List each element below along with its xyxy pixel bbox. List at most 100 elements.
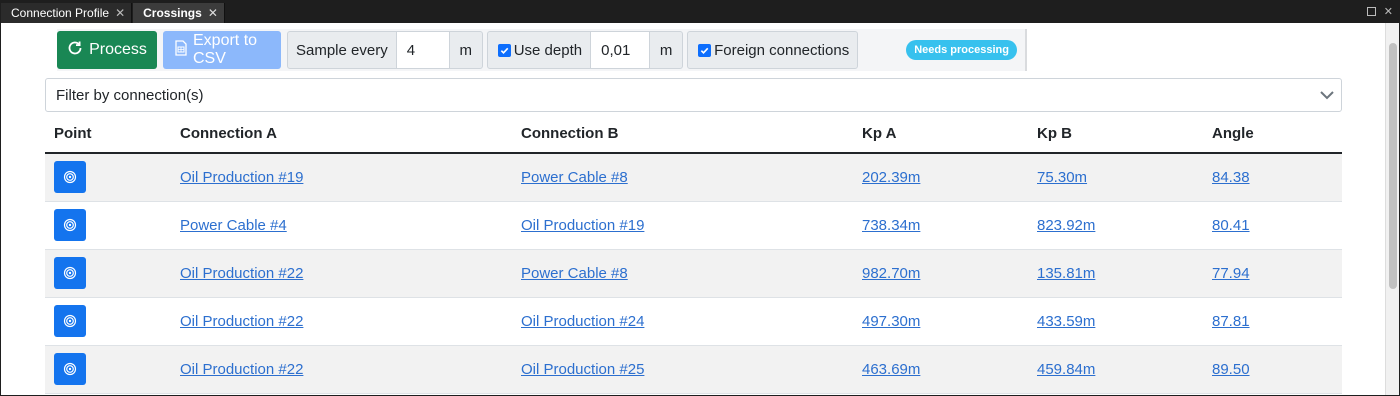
chevron-down-icon <box>1319 87 1335 107</box>
depth-unit: m <box>659 41 673 59</box>
connection-filter-select[interactable]: Filter by connection(s) <box>45 78 1342 112</box>
kp-b-link[interactable]: 823.92m <box>1037 217 1095 234</box>
locate-point-button[interactable] <box>54 353 86 385</box>
kp-b-cell: 459.84m <box>1028 345 1203 394</box>
foreign-connections-checkbox[interactable] <box>698 43 712 57</box>
connection-a-link[interactable]: Power Cable #4 <box>180 217 287 234</box>
angle-cell: 77.94 <box>1203 249 1342 298</box>
connection-a-link[interactable]: Oil Production #19 <box>180 169 303 186</box>
header-angle[interactable]: Angle <box>1203 114 1342 154</box>
kp-b-link[interactable]: 75.30m <box>1037 169 1087 186</box>
connection-b-cell: Power Cable #8 <box>512 153 853 202</box>
kp-a-link[interactable]: 202.39m <box>862 169 920 186</box>
point-cell <box>45 201 171 250</box>
kp-b-link[interactable]: 135.81m <box>1037 265 1095 282</box>
tab-close-icon[interactable]: ✕ <box>208 7 218 19</box>
foreign-connections-toggle[interactable]: Foreign connections <box>688 32 857 68</box>
export-label: Export to CSV <box>193 32 258 67</box>
status-badge: Needs processing <box>906 40 1017 60</box>
kp-a-cell: 463.69m <box>853 345 1028 394</box>
window-controls: ✕ <box>1366 6 1393 18</box>
connection-a-cell: Oil Production #22 <box>171 345 512 394</box>
target-icon <box>63 362 77 376</box>
angle-link[interactable]: 80.41 <box>1212 217 1250 234</box>
depth-group: Use depth m <box>486 31 684 69</box>
locate-point-button[interactable] <box>54 305 86 337</box>
kp-b-cell: 823.92m <box>1028 201 1203 250</box>
locate-point-button[interactable] <box>54 209 86 241</box>
kp-a-link[interactable]: 463.69m <box>862 361 920 378</box>
connection-a-cell: Oil Production #19 <box>171 153 512 202</box>
target-icon <box>63 218 77 232</box>
target-icon <box>63 314 77 328</box>
header-connection-a[interactable]: Connection A <box>171 114 512 154</box>
connection-b-cell: Oil Production #24 <box>512 297 853 346</box>
angle-link[interactable]: 84.38 <box>1212 169 1250 186</box>
tab-close-icon[interactable]: ✕ <box>115 7 125 19</box>
tab-crossings[interactable]: Crossings ✕ <box>133 3 225 23</box>
maximize-icon[interactable] <box>1366 7 1376 16</box>
process-button[interactable]: Process <box>57 31 157 69</box>
connection-b-link[interactable]: Oil Production #24 <box>521 313 644 330</box>
kp-a-cell: 738.34m <box>853 201 1028 250</box>
tab-bar: Connection Profile ✕ Crossings ✕ ✕ <box>1 1 1399 23</box>
connection-a-link[interactable]: Oil Production #22 <box>180 265 303 282</box>
table-header-row: Point Connection A Connection B Kp A Kp … <box>45 114 1342 154</box>
connection-b-link[interactable]: Power Cable #8 <box>521 169 628 186</box>
table-row: Oil Production #19 Power Cable #8 202.39… <box>45 153 1342 202</box>
use-depth-checkbox[interactable] <box>497 43 511 57</box>
header-connection-b[interactable]: Connection B <box>512 114 853 154</box>
point-cell <box>45 249 171 298</box>
connection-b-cell: Oil Production #25 <box>512 345 853 394</box>
angle-cell: 80.41 <box>1203 201 1342 250</box>
header-kp-a[interactable]: Kp A <box>853 114 1028 154</box>
export-csv-button[interactable]: Export to CSV <box>163 31 281 69</box>
locate-point-button[interactable] <box>54 257 86 289</box>
angle-link[interactable]: 77.94 <box>1212 265 1250 282</box>
connection-b-link[interactable]: Oil Production #19 <box>521 217 644 234</box>
connection-a-cell: Oil Production #22 <box>171 249 512 298</box>
connection-b-link[interactable]: Power Cable #8 <box>521 265 628 282</box>
kp-b-cell: 433.59m <box>1028 297 1203 346</box>
locate-point-button[interactable] <box>54 161 86 194</box>
header-kp-b[interactable]: Kp B <box>1028 114 1203 154</box>
crossings-table: Point Connection A Connection B Kp A Kp … <box>45 114 1342 394</box>
kp-a-link[interactable]: 738.34m <box>862 217 920 234</box>
table-row: Power Cable #4 Oil Production #19 738.34… <box>45 201 1342 250</box>
foreign-connections-label: Foreign connections <box>714 41 850 59</box>
filter-placeholder: Filter by connection(s) <box>56 86 204 104</box>
connection-a-cell: Power Cable #4 <box>171 201 512 250</box>
use-depth-label: Use depth <box>513 41 583 59</box>
depth-input[interactable] <box>590 32 651 68</box>
connection-b-link[interactable]: Oil Production #25 <box>521 361 644 378</box>
kp-a-link[interactable]: 497.30m <box>862 313 920 330</box>
table-row: Oil Production #22 Oil Production #24 49… <box>45 297 1342 346</box>
angle-link[interactable]: 87.81 <box>1212 313 1250 330</box>
angle-link[interactable]: 89.50 <box>1212 361 1250 378</box>
point-cell <box>45 345 171 394</box>
window-close-icon[interactable]: ✕ <box>1384 6 1393 18</box>
sample-input[interactable] <box>395 32 450 68</box>
connection-a-link[interactable]: Oil Production #22 <box>180 313 303 330</box>
toolbar: Process Export to CSV Sample every m Use… <box>57 29 1027 71</box>
crossings-panel: Process Export to CSV Sample every m Use… <box>1 23 1385 395</box>
vertical-scrollbar[interactable] <box>1385 23 1399 395</box>
point-cell <box>45 153 171 202</box>
point-cell <box>45 297 171 346</box>
scrollbar-thumb[interactable] <box>1389 43 1397 289</box>
table-row: Oil Production #22 Power Cable #8 982.70… <box>45 249 1342 298</box>
angle-cell: 89.50 <box>1203 345 1342 394</box>
kp-a-cell: 982.70m <box>853 249 1028 298</box>
kp-a-cell: 497.30m <box>853 297 1028 346</box>
connection-b-cell: Oil Production #19 <box>512 201 853 250</box>
tab-connection-profile[interactable]: Connection Profile ✕ <box>1 3 133 23</box>
angle-cell: 87.81 <box>1203 297 1342 346</box>
connection-a-link[interactable]: Oil Production #22 <box>180 361 303 378</box>
header-point[interactable]: Point <box>45 114 171 154</box>
sample-group: Sample every m <box>287 31 483 69</box>
kp-b-link[interactable]: 433.59m <box>1037 313 1095 330</box>
use-depth-toggle[interactable]: Use depth <box>488 32 590 68</box>
kp-a-link[interactable]: 982.70m <box>862 265 920 282</box>
kp-b-link[interactable]: 459.84m <box>1037 361 1095 378</box>
kp-b-cell: 135.81m <box>1028 249 1203 298</box>
